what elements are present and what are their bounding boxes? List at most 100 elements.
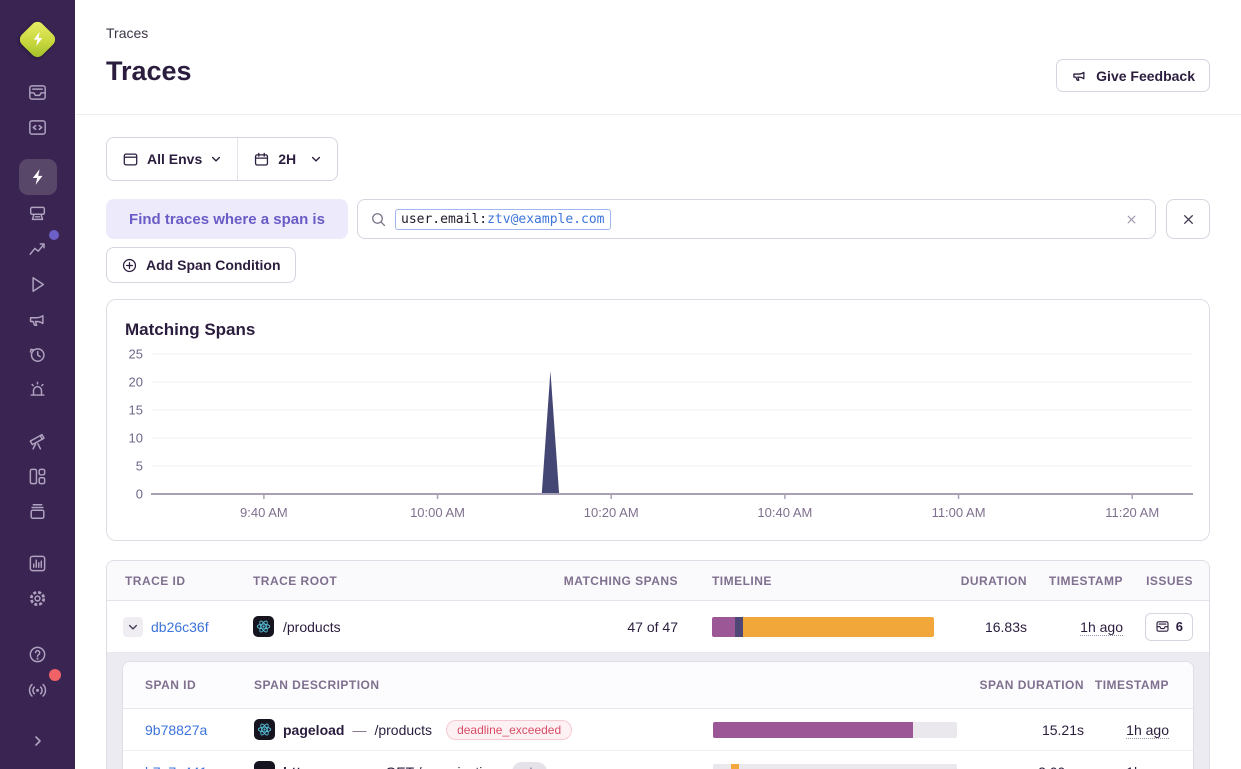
header-divider (75, 114, 1241, 115)
add-span-condition-label: Add Span Condition (146, 257, 281, 273)
date-range-filter[interactable]: 2H (238, 138, 337, 180)
sidebar-item-projects[interactable] (19, 110, 57, 144)
span-row: b7a7e441 ex http.server — GET /organizat… (123, 751, 1193, 769)
span-row: 9b78827a pageload — /products deadline_e… (123, 709, 1193, 751)
span-description[interactable]: GET /organization (385, 764, 498, 769)
sidebar (0, 0, 75, 769)
sidebar-item-traces[interactable] (19, 159, 57, 195)
col-matching-spans: MATCHING SPANS (564, 574, 678, 588)
span-duration-bar (713, 764, 957, 769)
separator: — (352, 722, 366, 738)
trace-timeline-bar[interactable] (712, 617, 934, 637)
span-duration: 15.21s (1042, 722, 1088, 738)
environment-filter[interactable]: All Envs (107, 138, 237, 180)
sidebar-item-insights[interactable] (19, 232, 57, 266)
span-table: SPAN ID SPAN DESCRIPTION SPAN DURATION T… (122, 661, 1194, 769)
clear-search-button[interactable] (1120, 208, 1143, 231)
col-timestamp: TIMESTAMP (1049, 574, 1123, 588)
profiling-icon (27, 204, 48, 225)
trace-expanded-section: SPAN ID SPAN DESCRIPTION SPAN DURATION T… (107, 653, 1209, 769)
traces-icon (28, 167, 48, 187)
breadcrumb[interactable]: Traces (106, 25, 148, 41)
environment-filter-label: All Envs (147, 151, 202, 167)
span-timestamp[interactable]: 1h ago (1126, 764, 1169, 769)
sidebar-item-settings[interactable] (19, 581, 57, 615)
span-status-badge: deadline_exceeded (446, 720, 572, 740)
alerts-icon (27, 379, 48, 400)
span-search-input[interactable]: user.email:ztv@example.com (357, 199, 1156, 239)
svg-text:10:40 AM: 10:40 AM (757, 505, 812, 520)
sidebar-item-dashboards[interactable] (19, 459, 57, 493)
filter-group: All Envs 2H (106, 137, 338, 181)
whats-new-icon (27, 679, 48, 700)
remove-condition-button[interactable] (1166, 199, 1210, 239)
sidebar-item-stats[interactable] (19, 546, 57, 580)
col-trace-id: TRACE ID (107, 574, 253, 588)
trace-table: TRACE ID TRACE ROOT MATCHING SPANS TIMEL… (106, 560, 1210, 769)
span-id-link[interactable]: b7a7e441 (145, 764, 207, 769)
chart-title: Matching Spans (125, 320, 255, 340)
trace-issues-button[interactable]: 6 (1145, 613, 1193, 641)
give-feedback-label: Give Feedback (1096, 68, 1195, 84)
trace-issues-count: 6 (1176, 619, 1183, 634)
span-status-badge: ok (512, 762, 547, 769)
matching-spans-panel: Matching Spans 05101520259:40 AM10:00 AM… (106, 299, 1210, 541)
span-description[interactable]: /products (374, 722, 432, 738)
megaphone-icon (1071, 67, 1088, 84)
chevron-down-icon (210, 153, 222, 165)
insights-badge (49, 230, 59, 240)
react-icon (253, 616, 274, 637)
separator: — (363, 764, 377, 769)
svg-text:11:20 AM: 11:20 AM (1105, 505, 1159, 520)
inbox-icon (1155, 619, 1170, 634)
feedback-megaphone-icon (27, 309, 48, 330)
sidebar-item-replays[interactable] (19, 267, 57, 301)
sidebar-item-profiling[interactable] (19, 197, 57, 231)
trace-timestamp[interactable]: 1h ago (1080, 619, 1123, 636)
trace-id-link[interactable]: db26c36f (151, 619, 209, 635)
sidebar-collapse-button[interactable] (19, 724, 57, 758)
sidebar-item-releases[interactable] (19, 494, 57, 528)
insights-icon (27, 239, 48, 260)
col-span-description: SPAN DESCRIPTION (254, 678, 713, 692)
issues-icon (27, 82, 48, 103)
main-content: Traces Traces Give Feedback All Envs 2H … (75, 0, 1241, 769)
span-operation: pageload (283, 722, 344, 738)
sidebar-item-help[interactable] (19, 637, 57, 671)
sidebar-item-issues[interactable] (19, 75, 57, 109)
replays-icon (27, 274, 48, 295)
search-query-token[interactable]: user.email:ztv@example.com (395, 209, 611, 230)
col-span-timestamp: TIMESTAMP (1095, 678, 1193, 692)
sidebar-item-whats-new[interactable] (19, 672, 57, 706)
spotlight-logo[interactable] (16, 17, 60, 61)
search-icon (370, 211, 387, 228)
span-operation: http.server (283, 764, 355, 769)
svg-text:10: 10 (129, 431, 143, 446)
col-duration: DURATION (961, 574, 1027, 588)
lightning-bolt-icon (30, 31, 46, 47)
add-span-condition-button[interactable]: Add Span Condition (106, 247, 296, 283)
span-timestamp[interactable]: 1h ago (1126, 722, 1169, 739)
sidebar-item-crons[interactable] (19, 337, 57, 371)
plus-circle-icon (121, 257, 138, 274)
settings-icon (27, 588, 48, 609)
collapse-row-button[interactable] (123, 617, 143, 637)
svg-text:9:40 AM: 9:40 AM (240, 505, 288, 520)
express-icon: ex (254, 761, 275, 769)
sidebar-item-feedback[interactable] (19, 302, 57, 336)
help-icon (27, 644, 48, 665)
sidebar-nav (0, 75, 75, 769)
matching-spans-value: 47 of 47 (627, 619, 678, 635)
span-id-link[interactable]: 9b78827a (145, 722, 207, 738)
matching-spans-chart[interactable]: 05101520259:40 AM10:00 AM10:20 AM10:40 A… (107, 340, 1209, 538)
page-title: Traces (106, 56, 192, 87)
x-icon (1180, 211, 1197, 228)
give-feedback-button[interactable]: Give Feedback (1056, 59, 1210, 92)
sidebar-bottom-group (19, 637, 57, 769)
trace-root-label[interactable]: /products (283, 619, 341, 635)
trace-duration: 16.83s (985, 619, 1027, 635)
sidebar-item-explore[interactable] (19, 424, 57, 458)
chevron-down-icon (127, 621, 139, 633)
sidebar-item-alerts[interactable] (19, 372, 57, 406)
chevron-down-icon (310, 153, 322, 165)
